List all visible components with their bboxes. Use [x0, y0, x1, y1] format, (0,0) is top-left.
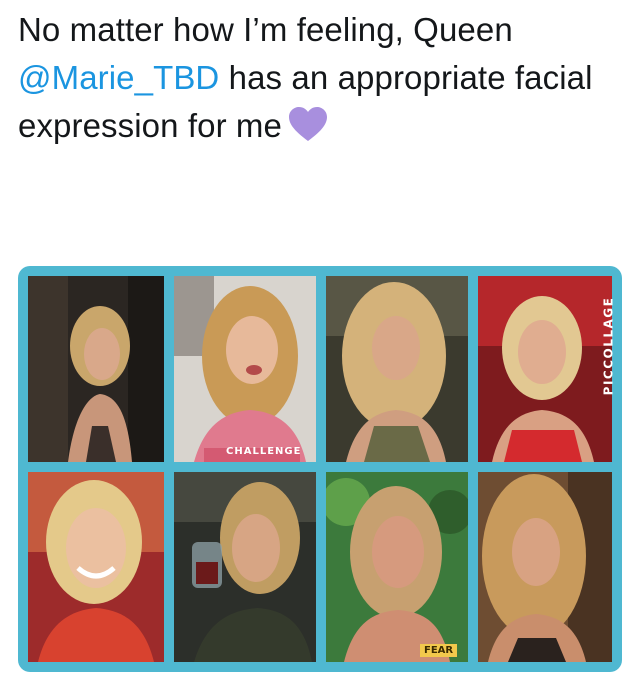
collage-photo-4[interactable] [478, 276, 612, 462]
mention-link[interactable]: @Marie_TBD [18, 59, 219, 96]
tweet-text: No matter how I’m feeling, Queen @Marie_… [18, 6, 628, 156]
watermark-text: PICCOLLAGE [601, 296, 616, 396]
collage-photo-5[interactable] [28, 472, 164, 662]
piccollage-watermark: PICCOLLAGE [600, 286, 616, 406]
collage-photo-3[interactable] [326, 276, 468, 462]
collage-photo-2[interactable]: CHALLENGE [174, 276, 316, 462]
fear-badge: FEAR [420, 644, 458, 657]
tweet-text-start: No matter how I’m feeling, Queen [18, 11, 513, 48]
collage-photo-7[interactable]: FEAR [326, 472, 468, 662]
photo-collage[interactable]: CHALLENGE FEAR PICCOLLAGE [18, 266, 622, 672]
collage-photo-1[interactable] [28, 276, 164, 462]
collage-photo-8[interactable] [478, 472, 612, 662]
collage-photo-6[interactable] [174, 472, 316, 662]
purple-heart-icon [288, 107, 328, 156]
shirt-text: CHALLENGE [226, 446, 302, 457]
